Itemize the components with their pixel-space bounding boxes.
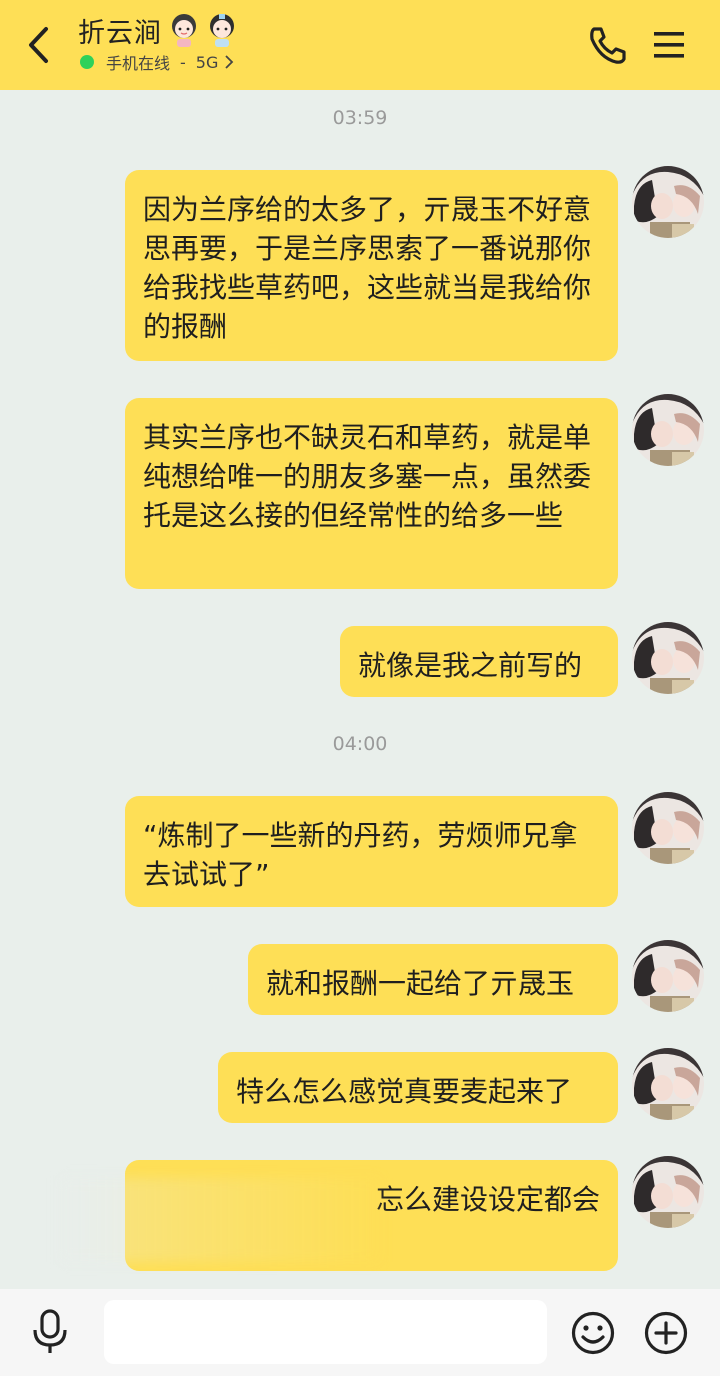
avatar-image [632, 166, 704, 238]
message-bubble[interactable]: 就和报酬一起给了亓晟玉 [248, 944, 618, 1015]
microphone-icon[interactable] [28, 1308, 72, 1356]
phone-icon[interactable] [586, 25, 628, 65]
timestamp: 03:59 [332, 107, 388, 129]
avatar[interactable] [632, 394, 704, 466]
avatar[interactable] [632, 166, 704, 238]
status-text: 手机在线 [106, 54, 171, 73]
message-bubble[interactable]: 特么怎么感觉真要麦起来了 [218, 1052, 618, 1123]
smiley-icon[interactable] [570, 1310, 616, 1356]
girl-emoji-icon [172, 14, 196, 47]
message-bubble[interactable]: “炼制了一些新的丹药，劳烦师兄拿去试试了” [125, 796, 618, 907]
boy-emoji-icon [210, 14, 234, 47]
network-type: 5G [195, 52, 219, 72]
avatar[interactable] [632, 1156, 704, 1228]
contact-name[interactable]: 折云涧 [78, 11, 162, 50]
plus-circle-icon[interactable] [643, 1310, 689, 1356]
avatar[interactable] [632, 792, 704, 864]
message-bubble[interactable]: 因为兰序给的太多了，亓晟玉不好意思再要，于是兰序思索了一番说那你给我找些草药吧，… [125, 170, 618, 361]
menu-icon[interactable] [650, 28, 688, 62]
online-status[interactable]: 手机在线 - 5G [80, 50, 234, 74]
message-input[interactable] [104, 1300, 547, 1364]
avatar-image [632, 792, 704, 864]
chat-header: 折云涧 手机在线 - 5G [0, 0, 720, 90]
avatar[interactable] [632, 1048, 704, 1120]
message-bubble[interactable]: 其实兰序也不缺灵石和草药，就是单纯想给唯一的朋友多塞一点，虽然委托是这么接的但经… [125, 398, 618, 589]
back-arrow-icon[interactable] [22, 24, 58, 66]
redaction-blur [60, 1178, 380, 1262]
contact-title-row[interactable]: 折云涧 [78, 10, 238, 50]
timestamp: 04:00 [332, 733, 388, 755]
chevron-right-icon [225, 55, 234, 69]
online-dot-icon [80, 55, 94, 69]
avatar-image [632, 1048, 704, 1120]
avatar-image [632, 940, 704, 1012]
status-separator: - [180, 52, 186, 72]
message-bubble[interactable]: 就像是我之前写的 [340, 626, 618, 697]
avatar[interactable] [632, 622, 704, 694]
avatar-image [632, 622, 704, 694]
avatar-image [632, 1156, 704, 1228]
avatar-image [632, 394, 704, 466]
avatar[interactable] [632, 940, 704, 1012]
